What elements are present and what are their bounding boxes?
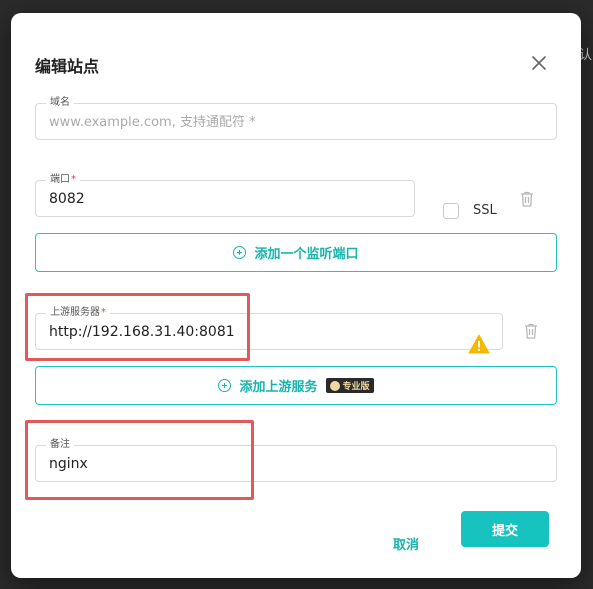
dialog-title: 编辑站点 <box>35 57 100 76</box>
add-upstream-button[interactable]: 添加上游服务 专业版 <box>35 366 557 405</box>
plus-circle-icon <box>218 379 232 392</box>
add-upstream-label: 添加上游服务 <box>239 380 318 395</box>
upstream-field[interactable]: 上游服务器* <box>35 306 503 350</box>
cancel-button[interactable]: 取消 <box>393 534 419 553</box>
add-listen-port-label: 添加一个监听端口 <box>254 247 359 262</box>
add-listen-port-button[interactable]: 添加一个监听端口 <box>35 233 557 272</box>
pro-badge-icon <box>329 380 340 391</box>
ssl-label: SSL <box>473 203 497 218</box>
pro-badge-label: 专业版 <box>342 382 370 392</box>
port-field[interactable]: 端口* <box>35 173 415 217</box>
edit-site-dialog: 编辑站点 域名 端口* SSL 添加一个监听端口 上游服务器* <box>11 13 581 578</box>
note-input[interactable] <box>49 446 549 481</box>
port-input[interactable] <box>49 181 407 216</box>
delete-port-icon[interactable] <box>519 190 535 208</box>
upstream-input[interactable] <box>49 314 495 349</box>
domain-field[interactable]: 域名 <box>35 96 557 140</box>
note-field[interactable]: 备注 <box>35 438 557 482</box>
background-text: 认 <box>579 48 593 63</box>
submit-button[interactable]: 提交 <box>461 511 549 547</box>
ssl-checkbox[interactable] <box>443 203 459 219</box>
warning-icon <box>468 334 490 354</box>
close-icon[interactable] <box>529 53 549 73</box>
submit-label: 提交 <box>491 523 518 539</box>
pro-badge: 专业版 <box>325 378 374 393</box>
plus-circle-icon <box>233 246 247 259</box>
domain-input[interactable] <box>49 104 549 139</box>
delete-upstream-icon[interactable] <box>523 322 539 340</box>
